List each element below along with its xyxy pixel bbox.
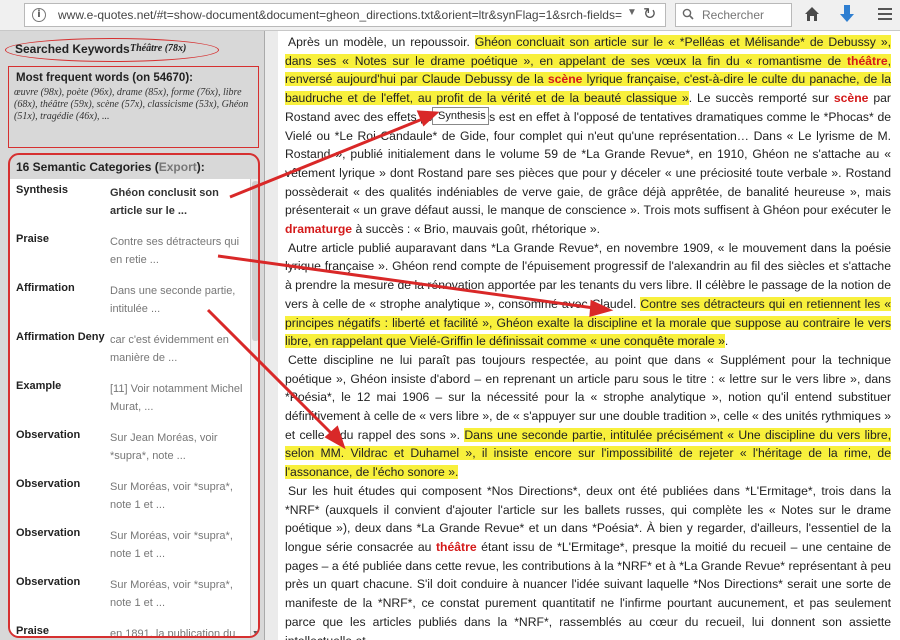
search-icon (682, 8, 694, 20)
browser-toolbar: i www.e-quotes.net/#t=show-document&docu… (0, 0, 900, 31)
keyword-scene: scène (833, 91, 869, 106)
keyword-dramaturge: dramaturge (285, 222, 353, 237)
url-dropdown-icon[interactable]: ▼ (627, 7, 637, 18)
category-row[interactable]: Affirmation Dans une seconde partie, int… (10, 279, 250, 328)
category-snippet[interactable]: Ghéon conclusit son article sur le ... (110, 184, 248, 220)
download-icon[interactable] (838, 4, 856, 24)
app-window: { "browser": { "url": "www.e-quotes.net/… (0, 0, 900, 640)
category-name: Observation (16, 429, 81, 441)
text-span: . (724, 334, 729, 349)
text-span: par Rostand avec des effets parfois faci… (285, 91, 891, 218)
site-info-icon[interactable]: i (32, 8, 46, 22)
category-row[interactable]: Observation Sur Jean Moréas, voir *supra… (10, 426, 250, 475)
document-area: Après un modèle, un repoussoir. Ghéon co… (278, 31, 900, 640)
category-snippet[interactable]: Sur Jean Moréas, voir *supra*, note ... (110, 429, 248, 465)
search-input[interactable] (702, 5, 790, 25)
text-span: à succès : « Brio, mauvais goût, rhétori… (352, 222, 601, 237)
semantic-categories-header: 16 Semantic Categories (Export): (16, 160, 205, 174)
home-icon[interactable] (803, 5, 821, 23)
category-snippet[interactable]: [11] Voir notamment Michel Murat, ... (110, 380, 248, 416)
keyword-theatre: théâtre (846, 53, 888, 68)
category-snippet[interactable]: car c'est évidemment en manière de ... (110, 331, 248, 367)
category-snippet[interactable]: Sur Moréas, voir *supra*, note 1 et ... (110, 576, 248, 612)
category-row[interactable]: Observation Sur Moréas, voir *supra*, no… (10, 573, 250, 622)
keyword-scene: scène (547, 72, 583, 87)
category-name: Praise (16, 233, 50, 245)
paragraph: Après un modèle, un repoussoir. Ghéon co… (285, 33, 891, 239)
url-text[interactable]: www.e-quotes.net/#t=show-document&docume… (58, 8, 622, 22)
category-snippet[interactable]: en 1891, la publication du (110, 625, 248, 636)
category-snippet[interactable]: Sur Moréas, voir *supra*, note 1 et ... (110, 478, 248, 514)
category-name: Affirmation Deny (16, 331, 105, 343)
category-name: Praise (16, 625, 50, 637)
frequent-words-title: Most frequent words (on 54670): (16, 72, 193, 84)
text-span: Après un modèle, un repoussoir. (288, 35, 475, 49)
searched-keywords-title: Searched Keywords (15, 42, 130, 56)
paragraph: Sur les huit études qui composent *Nos D… (285, 482, 891, 640)
category-name: Synthesis (16, 184, 68, 196)
document-text: Après un modèle, un repoussoir. Ghéon co… (285, 33, 891, 640)
category-scrollbar[interactable]: ▼ (250, 179, 258, 636)
category-snippet[interactable]: Dans une seconde partie, intitulée ... (110, 282, 248, 318)
category-snippet[interactable]: Contre ses détracteurs qui en retie ... (110, 233, 248, 269)
category-name: Affirmation (16, 282, 75, 294)
searched-keyword-value[interactable]: Théâtre (78x) (130, 43, 186, 54)
address-bar[interactable]: i www.e-quotes.net/#t=show-document&docu… (24, 3, 666, 27)
reload-icon[interactable]: ↻ (643, 4, 656, 24)
search-box[interactable] (675, 3, 792, 27)
category-name: Example (16, 380, 62, 392)
keyword-theatre: théâtre (435, 539, 477, 554)
category-row[interactable]: Observation Sur Moréas, voir *supra*, no… (10, 475, 250, 524)
category-name: Observation (16, 576, 81, 588)
scrollbar-thumb[interactable] (252, 181, 258, 341)
categories-header-close: ): (196, 160, 205, 174)
text-span: . Le succès remporté sur (688, 91, 834, 106)
hamburger-menu-icon[interactable] (878, 8, 892, 20)
tooltip: Synthesis (432, 107, 489, 125)
left-sidebar: Searched Keywords Théâtre (78x) Most fre… (0, 31, 264, 640)
paragraph: Cette discipline ne lui paraît pas toujo… (285, 351, 891, 482)
category-row[interactable]: Example [11] Voir notamment Michel Murat… (10, 377, 250, 426)
category-row[interactable]: Affirmation Deny car c'est évidemment en… (10, 328, 250, 377)
frequent-words-box: Most frequent words (on 54670): œuvre (9… (8, 66, 259, 148)
category-snippet[interactable]: Sur Moréas, voir *supra*, note 1 et ... (110, 527, 248, 563)
paragraph: Autre article publié auparavant dans *La… (285, 239, 891, 351)
category-name: Observation (16, 478, 81, 490)
category-row[interactable]: Synthesis Ghéon conclusit son article su… (10, 181, 250, 230)
category-row[interactable]: Praise Contre ses détracteurs qui en ret… (10, 230, 250, 279)
semantic-categories-box: 16 Semantic Categories (Export): Synthes… (8, 153, 260, 638)
category-list: Synthesis Ghéon conclusit son article su… (10, 179, 250, 637)
categories-count-label: 16 Semantic Categories ( (16, 160, 159, 174)
text-span: étant issu de *L'Ermitage*, presque la m… (285, 539, 891, 640)
category-name: Observation (16, 527, 81, 539)
category-row[interactable]: Observation Sur Moréas, voir *supra*, no… (10, 524, 250, 573)
frequent-words-list: œuvre (98x), poète (96x), drame (85x), f… (14, 87, 249, 122)
export-link[interactable]: Export (159, 160, 197, 174)
category-row[interactable]: Praise en 1891, la publication du (10, 622, 250, 637)
panel-gutter (265, 31, 278, 640)
scroll-down-arrow-icon[interactable]: ▼ (252, 630, 258, 636)
